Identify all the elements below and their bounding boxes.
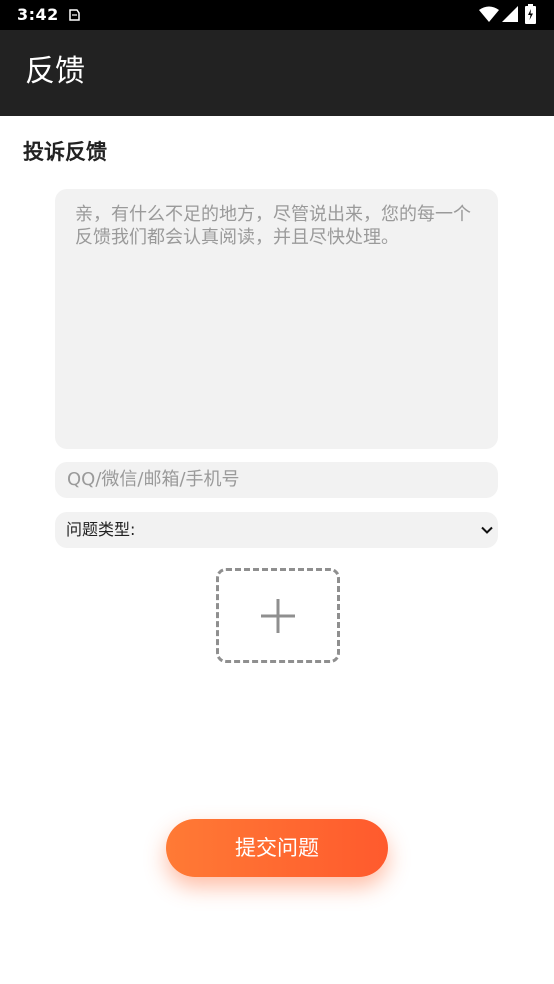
feedback-placeholder: 亲，有什么不足的地方，尽管说出来，您的每一个反馈我们都会认真阅读，并且尽快处理。: [75, 204, 471, 248]
issue-type-select[interactable]: 问题类型:: [55, 512, 498, 548]
contact-placeholder: QQ/微信/邮箱/手机号: [67, 469, 240, 490]
battery-icon: [525, 4, 536, 24]
feedback-textarea[interactable]: 亲，有什么不足的地方，尽管说出来，您的每一个反馈我们都会认真阅读，并且尽快处理。: [55, 189, 498, 449]
issue-type-label: 问题类型:: [66, 520, 136, 539]
section-title: 投诉反馈: [23, 140, 107, 164]
page-title: 反馈: [25, 54, 85, 89]
notification-icon: [69, 9, 80, 21]
submit-button[interactable]: 提交问题: [166, 819, 388, 877]
status-bar: 3:42: [0, 0, 554, 30]
status-time: 3:42: [17, 5, 59, 24]
contact-input[interactable]: QQ/微信/邮箱/手机号: [55, 462, 498, 498]
chevron-down-icon: [481, 526, 493, 534]
plus-icon: [261, 599, 295, 633]
add-image-button[interactable]: [216, 568, 340, 663]
signal-icon: [502, 6, 518, 22]
app-bar: 反馈: [0, 30, 554, 116]
wifi-icon: [479, 6, 499, 22]
